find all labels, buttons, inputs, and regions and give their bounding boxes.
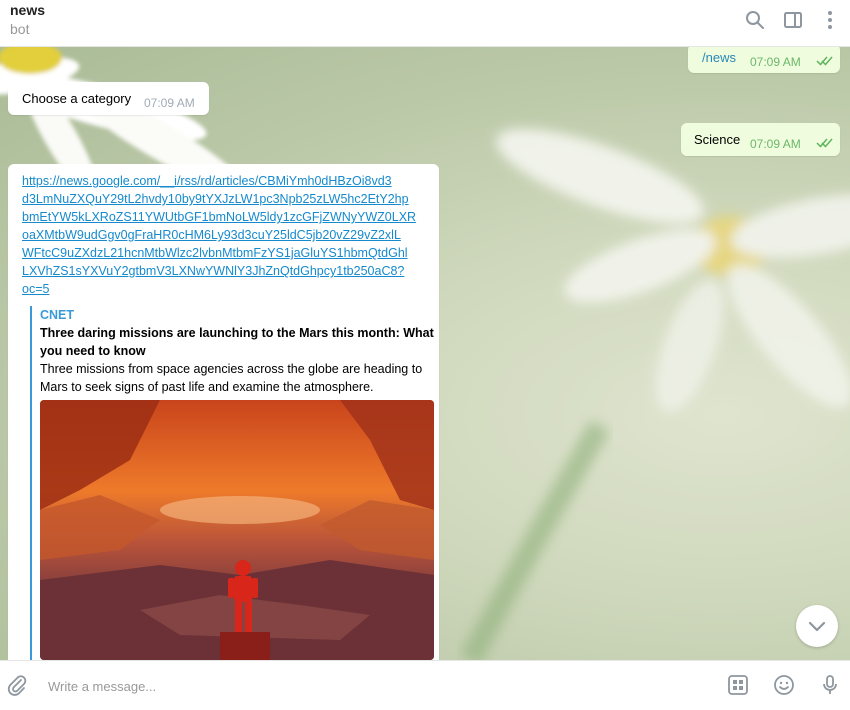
article-link-line[interactable]: d3LmNuZXQuY29tL2hvdy10by9tYXJzLW1pc3Npb2… (22, 190, 426, 208)
mars-astronaut-illustration (40, 400, 434, 660)
command-link[interactable]: /news (702, 50, 736, 65)
article-link-line[interactable]: bmEtYW5kLXRoZS11YWUtbGF1bmNoLW5ldy1zcGFj… (22, 208, 426, 226)
bot-keyboard-icon[interactable] (726, 673, 750, 697)
preview-image[interactable] (40, 400, 434, 660)
double-check-icon (816, 138, 833, 148)
message-time: 07:09 AM (144, 96, 195, 110)
message-outgoing-science[interactable]: Science 07:09 AM (681, 123, 840, 156)
article-link-line[interactable]: https://news.google.com/__i/rss/rd/artic… (22, 172, 426, 190)
chevron-down-icon (808, 621, 826, 632)
message-incoming-choose-category[interactable]: Choose a category 07:09 AM (8, 82, 209, 115)
scroll-to-bottom-button[interactable] (796, 605, 838, 647)
message-input[interactable] (46, 675, 710, 697)
sidebar-toggle-icon[interactable] (781, 8, 805, 32)
message-text: Choose a category (22, 91, 132, 106)
preview-title: Three daring missions are launching to t… (40, 326, 434, 358)
message-composer (0, 660, 850, 710)
attach-icon[interactable] (5, 673, 29, 697)
chat-subtitle: bot (10, 21, 30, 37)
article-link-line[interactable]: oaXMtbW9udGgv0gFraHR0cHM6Ly93d3cuY25ldC5… (22, 226, 426, 244)
article-link-line[interactable]: LXVhZS1sYXVuY2gtbmV3LXNwYWNlY3JhZnQtdGhp… (22, 262, 426, 280)
chat-title[interactable]: news (10, 2, 45, 18)
article-link[interactable]: https://news.google.com/__i/rss/rd/artic… (22, 172, 426, 298)
article-link-line[interactable]: oc=5 (22, 280, 426, 298)
link-preview[interactable]: CNET Three daring missions are launching… (30, 306, 446, 660)
double-check-icon (816, 56, 833, 66)
emoji-icon[interactable] (772, 673, 796, 697)
message-time: 07:09 AM (750, 55, 801, 69)
microphone-icon[interactable] (818, 673, 842, 697)
message-time: 07:09 AM (750, 137, 801, 151)
article-link-line[interactable]: WFtcC9uZXdzL21hcnMtbWlzc2lvbnMtbmFzYS1ja… (22, 244, 426, 262)
preview-description: Three missions from space agencies acros… (40, 362, 423, 394)
search-icon[interactable] (743, 8, 767, 32)
message-outgoing-news[interactable]: /news 07:09 AM (688, 44, 840, 73)
chat-header: news bot (0, 0, 850, 47)
preview-site-name: CNET (40, 308, 75, 322)
message-text: Science (694, 132, 741, 147)
message-incoming-article[interactable]: https://news.google.com/__i/rss/rd/artic… (8, 164, 439, 684)
more-vertical-icon[interactable] (818, 8, 842, 32)
